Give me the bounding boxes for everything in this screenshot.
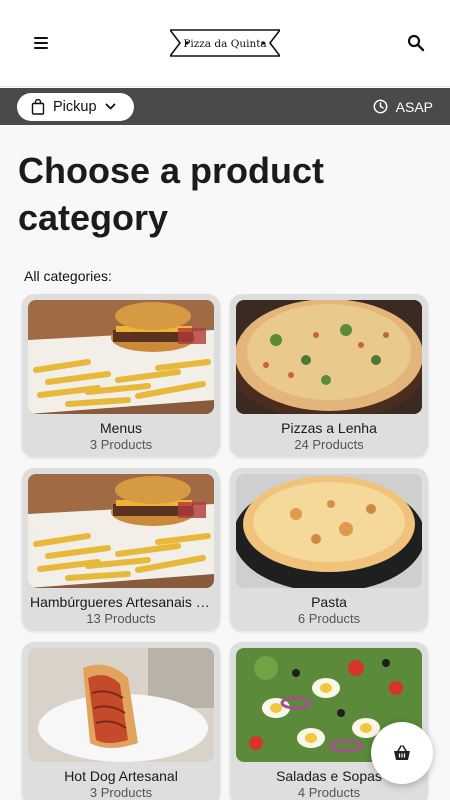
basket-icon	[394, 745, 410, 760]
category-card-menus[interactable]: Menus 3 Products	[22, 294, 220, 456]
category-count: 6 Products	[297, 611, 361, 626]
category-card-pizzas-a-lenha[interactable]: Pizzas a Lenha 24 Products	[230, 294, 428, 456]
burger-and-fries-image	[28, 300, 214, 414]
category-count: 13 Products	[86, 611, 156, 626]
logo[interactable]: Pizza da Quinta	[168, 28, 282, 58]
chevron-down-icon	[105, 103, 115, 109]
pickup-label: Pickup	[53, 98, 97, 115]
app-header: Pizza da Quinta	[0, 0, 450, 87]
category-card-pasta[interactable]: Pasta 6 Products	[230, 468, 428, 630]
category-count: 24 Products	[294, 437, 364, 452]
shopping-bag-icon	[31, 98, 45, 115]
time-selector[interactable]: ASAP	[373, 99, 433, 115]
category-grid: Menus 3 Products Pizzas a Lenha 24 Produ…	[22, 294, 428, 800]
pizza-image	[236, 300, 422, 414]
category-name: Menus	[99, 420, 143, 436]
hamburger-menu-icon[interactable]	[34, 37, 48, 49]
category-card-hot-dog-artesanal[interactable]: Hot Dog Artesanal 3 Products	[22, 642, 220, 800]
clock-icon	[373, 99, 388, 114]
category-count: 3 Products	[89, 437, 153, 452]
category-count: 3 Products	[89, 785, 153, 800]
category-count: 4 Products	[297, 785, 361, 800]
category-name: Hambúrgueres Artesanais (Menu)	[30, 594, 214, 610]
category-name: Pizzas a Lenha	[281, 420, 377, 436]
category-card-hamburgueres-artesanais[interactable]: Hambúrgueres Artesanais (Menu) 13 Produc…	[22, 468, 220, 630]
time-label: ASAP	[395, 98, 433, 115]
baked-pasta-image	[236, 474, 422, 588]
burger-and-fries-image	[28, 474, 214, 588]
search-icon[interactable]	[406, 33, 426, 53]
category-name: Pasta	[311, 594, 347, 610]
order-options-bar: Pickup ASAP	[0, 88, 450, 125]
logo-text: Pizza da Quinta	[183, 38, 266, 50]
pickup-mode-selector[interactable]: Pickup	[17, 92, 134, 121]
main-content: Choose a product category All categories…	[0, 125, 450, 800]
hot-dog-image	[28, 648, 214, 762]
section-subtitle: All categories:	[24, 268, 112, 284]
cart-button[interactable]	[371, 722, 433, 784]
category-name: Hot Dog Artesanal	[64, 768, 178, 784]
page-title: Choose a product category	[18, 150, 325, 238]
